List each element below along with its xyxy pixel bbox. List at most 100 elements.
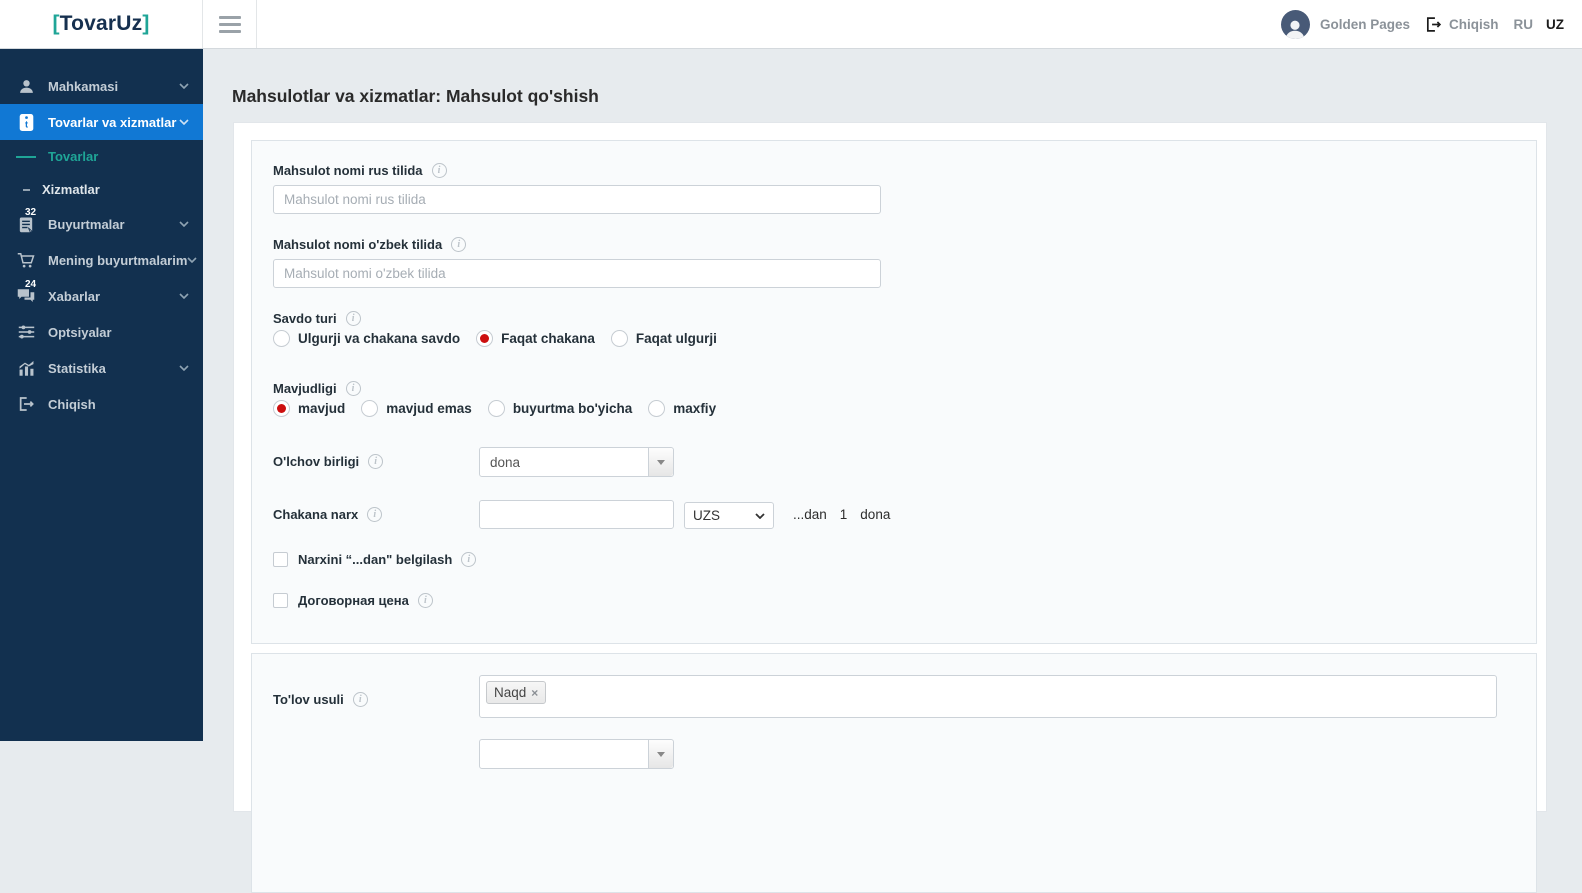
messages-icon <box>16 288 36 304</box>
logout-icon[interactable] <box>1425 16 1442 33</box>
dropdown-arrow-button[interactable] <box>648 740 673 768</box>
chakana-narx-input[interactable] <box>479 500 674 529</box>
sidebar-item-label: Mening buyurtmalarim <box>48 252 188 268</box>
sidebar-item-label: Mahkamasi <box>48 78 119 94</box>
header-username: Golden Pages <box>1319 16 1410 32</box>
info-icon[interactable]: i <box>368 454 384 469</box>
name-uz-input[interactable] <box>273 259 881 288</box>
logo[interactable]: [TovarUz] <box>0 0 203 48</box>
price-suffix: ...dan 1 dona <box>793 507 890 522</box>
sidebar-item-xabarlar[interactable]: 24 Xabarlar <box>0 278 203 314</box>
info-icon[interactable]: i <box>345 381 361 396</box>
sidebar-item-statistika[interactable]: Statistika <box>0 350 203 386</box>
top-bar: [TovarUz] Golden Pages Chiqish RU UZ <box>0 0 1582 49</box>
logout-icon <box>16 396 36 412</box>
header-logout-link[interactable]: Chiqish <box>1449 17 1499 32</box>
person-icon <box>16 78 36 95</box>
caret-down-icon <box>657 751 665 757</box>
info-icon[interactable]: i <box>345 311 361 326</box>
info-icon[interactable]: i <box>352 692 368 707</box>
radio-icon[interactable] <box>361 400 379 417</box>
sidebar-item-chiqish[interactable]: Chiqish <box>0 386 203 422</box>
product-details-section: Mahsulot nomi rus tilida i Mahsulot nomi… <box>251 140 1537 644</box>
radio-option-mavjud-emas[interactable]: mavjud emas <box>361 400 472 417</box>
lang-switch-ru[interactable]: RU <box>1514 17 1534 32</box>
info-icon[interactable]: i <box>451 237 467 252</box>
sidebar-subitem-label: Xizmatlar <box>42 182 100 197</box>
checkbox-icon[interactable] <box>273 552 288 567</box>
savdo-turi-label: Savdo turi i <box>273 311 361 326</box>
name-uz-label: Mahsulot nomi o'zbek tilida i <box>273 237 467 252</box>
selected-value: dona <box>490 454 521 470</box>
page-title: Mahsulotlar va xizmatlar: Mahsulot qo'sh… <box>232 86 599 106</box>
chevron-down-icon <box>179 365 189 371</box>
tolov-usuli-tags-input[interactable]: Naqd × <box>479 675 1497 718</box>
radio-option-ulgurji-va-chakana[interactable]: Ulgurji va chakana savdo <box>273 330 460 347</box>
sidebar-subitem-tovarlar[interactable]: Tovarlar <box>0 140 203 173</box>
olchov-birligi-label: O'lchov birligi i <box>273 454 384 469</box>
suffix-unit: dona <box>860 507 891 522</box>
form-card: Mahsulot nomi rus tilida i Mahsulot nomi… <box>233 122 1547 893</box>
radio-icon[interactable] <box>648 400 666 417</box>
chevron-down-icon <box>179 83 189 89</box>
info-icon[interactable]: i <box>431 163 447 178</box>
chip-label: Naqd <box>494 685 527 700</box>
sidebar-subitem-label: Tovarlar <box>48 149 99 164</box>
sidebar-subitem-xizmatlar[interactable]: Xizmatlar <box>0 173 203 206</box>
radio-icon[interactable] <box>610 330 628 347</box>
olchov-birligi-select[interactable]: dona <box>479 447 674 477</box>
selected-currency: UZS <box>693 508 720 523</box>
narxini-dan-checkbox-row[interactable]: Narxini “...dan" belgilash i <box>273 552 477 567</box>
user-silhouette-icon <box>1286 20 1305 39</box>
sidebar-item-label: Optsiyalar <box>48 324 112 340</box>
radio-option-faqat-ulgurji[interactable]: Faqat ulgurji <box>610 330 717 347</box>
partial-bottom-select[interactable] <box>479 739 674 769</box>
radio-option-faqat-chakana[interactable]: Faqat chakana <box>476 330 595 347</box>
sliders-icon <box>16 324 36 340</box>
logo-bracket-right: ] <box>142 12 150 35</box>
sidebar-item-label: Chiqish <box>48 396 96 412</box>
info-icon[interactable]: i <box>461 552 477 567</box>
mavjudligi-radio-group: mavjud mavjud emas buyurtma bo'yicha max… <box>273 400 716 417</box>
caret-down-icon <box>755 512 765 519</box>
dropdown-arrow-button[interactable] <box>648 448 673 476</box>
sidebar-item-mahkamasi[interactable]: Mahkamasi <box>0 68 203 104</box>
dogovornaya-cena-checkbox-row[interactable]: Договорная цена i <box>273 593 433 608</box>
sidebar-item-label: Tovarlar va xizmatlar <box>48 114 177 130</box>
svg-text:t: t <box>24 119 27 129</box>
sidebar-item-buyurtmalar[interactable]: 32 Buyurtmalar <box>0 206 203 242</box>
dash-icon <box>23 188 30 191</box>
checkbox-icon[interactable] <box>273 593 288 608</box>
lang-switch-uz[interactable]: UZ <box>1546 17 1564 32</box>
avatar[interactable] <box>1280 9 1310 39</box>
sidebar-item-label: Statistika <box>48 360 106 376</box>
hamburger-icon <box>218 15 241 33</box>
sidebar-item-label: Buyurtmalar <box>48 216 125 232</box>
info-icon[interactable]: i <box>417 593 433 608</box>
tolov-usuli-label: To'lov usuli i <box>273 692 368 707</box>
logo-bracket-left: [ <box>52 12 60 35</box>
radio-option-mavjud[interactable]: mavjud <box>273 400 345 417</box>
sidebar-item-mening-buyurtmalarim[interactable]: Mening buyurtmalarim <box>0 242 203 278</box>
remove-tag-icon[interactable]: × <box>531 687 538 699</box>
radio-icon[interactable] <box>273 330 290 347</box>
sidebar-item-optsiyalar[interactable]: Optsiyalar <box>0 314 203 350</box>
radio-option-buyurtma-boyicha[interactable]: buyurtma bo'yicha <box>487 400 632 417</box>
currency-select[interactable]: UZS <box>684 502 774 529</box>
menu-toggle-button[interactable] <box>203 0 257 48</box>
radio-icon[interactable] <box>487 400 505 417</box>
radio-icon-checked[interactable] <box>476 330 494 347</box>
chevron-down-icon <box>179 293 189 299</box>
xabarlar-count-badge: 24 <box>25 279 37 290</box>
suffix-dan: ...dan <box>793 507 827 522</box>
name-ru-input[interactable] <box>273 185 881 214</box>
radio-icon-checked[interactable] <box>273 400 290 417</box>
mavjudligi-label: Mavjudligi i <box>273 381 361 396</box>
chevron-down-icon <box>179 119 189 125</box>
tag-icon: t <box>16 113 36 132</box>
cart-icon <box>16 252 36 269</box>
suffix-qty: 1 <box>839 507 848 522</box>
radio-option-maxfiy[interactable]: maxfiy <box>648 400 716 417</box>
sidebar-item-tovarlar-va-xizmatlar[interactable]: t Tovarlar va xizmatlar <box>0 104 203 140</box>
info-icon[interactable]: i <box>367 507 383 522</box>
